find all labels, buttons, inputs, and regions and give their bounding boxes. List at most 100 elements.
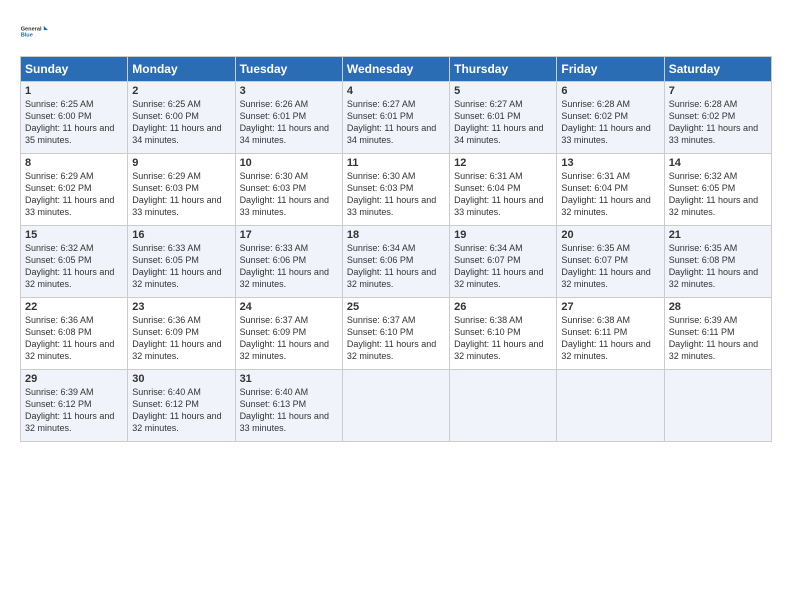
day-number: 7 <box>669 85 767 97</box>
calendar-cell: 31Sunrise: 6:40 AM Sunset: 6:13 PM Dayli… <box>235 370 342 442</box>
day-info: Sunrise: 6:40 AM Sunset: 6:12 PM Dayligh… <box>132 386 230 435</box>
calendar-cell: 21Sunrise: 6:35 AM Sunset: 6:08 PM Dayli… <box>664 226 771 298</box>
calendar-cell <box>557 370 664 442</box>
day-info: Sunrise: 6:29 AM Sunset: 6:03 PM Dayligh… <box>132 170 230 219</box>
header-cell-tuesday: Tuesday <box>235 57 342 82</box>
header-cell-monday: Monday <box>128 57 235 82</box>
day-number: 8 <box>25 157 123 169</box>
header-cell-sunday: Sunday <box>21 57 128 82</box>
calendar-cell: 11Sunrise: 6:30 AM Sunset: 6:03 PM Dayli… <box>342 154 449 226</box>
logo-icon: GeneralBlue <box>20 18 48 46</box>
calendar-cell: 18Sunrise: 6:34 AM Sunset: 6:06 PM Dayli… <box>342 226 449 298</box>
day-info: Sunrise: 6:27 AM Sunset: 6:01 PM Dayligh… <box>454 98 552 147</box>
calendar-cell: 14Sunrise: 6:32 AM Sunset: 6:05 PM Dayli… <box>664 154 771 226</box>
day-number: 4 <box>347 85 445 97</box>
calendar-cell: 8Sunrise: 6:29 AM Sunset: 6:02 PM Daylig… <box>21 154 128 226</box>
calendar-cell: 5Sunrise: 6:27 AM Sunset: 6:01 PM Daylig… <box>450 82 557 154</box>
day-info: Sunrise: 6:40 AM Sunset: 6:13 PM Dayligh… <box>240 386 338 435</box>
calendar-cell: 30Sunrise: 6:40 AM Sunset: 6:12 PM Dayli… <box>128 370 235 442</box>
day-info: Sunrise: 6:37 AM Sunset: 6:10 PM Dayligh… <box>347 314 445 363</box>
calendar-cell: 1Sunrise: 6:25 AM Sunset: 6:00 PM Daylig… <box>21 82 128 154</box>
calendar-cell: 4Sunrise: 6:27 AM Sunset: 6:01 PM Daylig… <box>342 82 449 154</box>
day-number: 27 <box>561 301 659 313</box>
day-info: Sunrise: 6:34 AM Sunset: 6:06 PM Dayligh… <box>347 242 445 291</box>
calendar-week-3: 15Sunrise: 6:32 AM Sunset: 6:05 PM Dayli… <box>21 226 772 298</box>
day-number: 30 <box>132 373 230 385</box>
calendar-cell: 9Sunrise: 6:29 AM Sunset: 6:03 PM Daylig… <box>128 154 235 226</box>
day-number: 15 <box>25 229 123 241</box>
calendar-cell: 28Sunrise: 6:39 AM Sunset: 6:11 PM Dayli… <box>664 298 771 370</box>
calendar-cell: 19Sunrise: 6:34 AM Sunset: 6:07 PM Dayli… <box>450 226 557 298</box>
calendar-cell: 12Sunrise: 6:31 AM Sunset: 6:04 PM Dayli… <box>450 154 557 226</box>
day-info: Sunrise: 6:36 AM Sunset: 6:09 PM Dayligh… <box>132 314 230 363</box>
day-info: Sunrise: 6:38 AM Sunset: 6:10 PM Dayligh… <box>454 314 552 363</box>
day-info: Sunrise: 6:35 AM Sunset: 6:08 PM Dayligh… <box>669 242 767 291</box>
day-number: 21 <box>669 229 767 241</box>
calendar-table: SundayMondayTuesdayWednesdayThursdayFrid… <box>20 56 772 442</box>
header-cell-saturday: Saturday <box>664 57 771 82</box>
calendar-cell <box>450 370 557 442</box>
calendar-cell: 26Sunrise: 6:38 AM Sunset: 6:10 PM Dayli… <box>450 298 557 370</box>
calendar-cell: 24Sunrise: 6:37 AM Sunset: 6:09 PM Dayli… <box>235 298 342 370</box>
day-info: Sunrise: 6:34 AM Sunset: 6:07 PM Dayligh… <box>454 242 552 291</box>
day-info: Sunrise: 6:31 AM Sunset: 6:04 PM Dayligh… <box>454 170 552 219</box>
day-number: 9 <box>132 157 230 169</box>
logo: GeneralBlue <box>20 18 48 46</box>
calendar-cell: 23Sunrise: 6:36 AM Sunset: 6:09 PM Dayli… <box>128 298 235 370</box>
calendar-cell: 10Sunrise: 6:30 AM Sunset: 6:03 PM Dayli… <box>235 154 342 226</box>
day-info: Sunrise: 6:32 AM Sunset: 6:05 PM Dayligh… <box>25 242 123 291</box>
day-number: 1 <box>25 85 123 97</box>
header-cell-thursday: Thursday <box>450 57 557 82</box>
day-number: 16 <box>132 229 230 241</box>
calendar-cell: 3Sunrise: 6:26 AM Sunset: 6:01 PM Daylig… <box>235 82 342 154</box>
calendar-week-1: 1Sunrise: 6:25 AM Sunset: 6:00 PM Daylig… <box>21 82 772 154</box>
day-info: Sunrise: 6:28 AM Sunset: 6:02 PM Dayligh… <box>561 98 659 147</box>
day-number: 13 <box>561 157 659 169</box>
day-number: 23 <box>132 301 230 313</box>
calendar-cell: 22Sunrise: 6:36 AM Sunset: 6:08 PM Dayli… <box>21 298 128 370</box>
day-info: Sunrise: 6:28 AM Sunset: 6:02 PM Dayligh… <box>669 98 767 147</box>
day-number: 24 <box>240 301 338 313</box>
day-number: 20 <box>561 229 659 241</box>
day-number: 6 <box>561 85 659 97</box>
day-info: Sunrise: 6:39 AM Sunset: 6:11 PM Dayligh… <box>669 314 767 363</box>
day-number: 22 <box>25 301 123 313</box>
calendar-cell: 13Sunrise: 6:31 AM Sunset: 6:04 PM Dayli… <box>557 154 664 226</box>
calendar-body: 1Sunrise: 6:25 AM Sunset: 6:00 PM Daylig… <box>21 82 772 442</box>
calendar-cell: 27Sunrise: 6:38 AM Sunset: 6:11 PM Dayli… <box>557 298 664 370</box>
day-number: 29 <box>25 373 123 385</box>
day-number: 18 <box>347 229 445 241</box>
calendar-cell: 6Sunrise: 6:28 AM Sunset: 6:02 PM Daylig… <box>557 82 664 154</box>
day-info: Sunrise: 6:32 AM Sunset: 6:05 PM Dayligh… <box>669 170 767 219</box>
day-number: 31 <box>240 373 338 385</box>
calendar-cell: 16Sunrise: 6:33 AM Sunset: 6:05 PM Dayli… <box>128 226 235 298</box>
day-number: 28 <box>669 301 767 313</box>
svg-text:General: General <box>21 26 42 32</box>
day-info: Sunrise: 6:33 AM Sunset: 6:06 PM Dayligh… <box>240 242 338 291</box>
day-info: Sunrise: 6:37 AM Sunset: 6:09 PM Dayligh… <box>240 314 338 363</box>
calendar-cell: 15Sunrise: 6:32 AM Sunset: 6:05 PM Dayli… <box>21 226 128 298</box>
calendar-cell: 2Sunrise: 6:25 AM Sunset: 6:00 PM Daylig… <box>128 82 235 154</box>
day-info: Sunrise: 6:30 AM Sunset: 6:03 PM Dayligh… <box>240 170 338 219</box>
day-info: Sunrise: 6:39 AM Sunset: 6:12 PM Dayligh… <box>25 386 123 435</box>
calendar-cell: 7Sunrise: 6:28 AM Sunset: 6:02 PM Daylig… <box>664 82 771 154</box>
day-number: 11 <box>347 157 445 169</box>
calendar-cell: 20Sunrise: 6:35 AM Sunset: 6:07 PM Dayli… <box>557 226 664 298</box>
header: GeneralBlue <box>20 18 772 46</box>
day-number: 14 <box>669 157 767 169</box>
svg-text:Blue: Blue <box>21 33 33 39</box>
day-info: Sunrise: 6:25 AM Sunset: 6:00 PM Dayligh… <box>25 98 123 147</box>
day-number: 19 <box>454 229 552 241</box>
calendar-week-4: 22Sunrise: 6:36 AM Sunset: 6:08 PM Dayli… <box>21 298 772 370</box>
day-info: Sunrise: 6:36 AM Sunset: 6:08 PM Dayligh… <box>25 314 123 363</box>
day-info: Sunrise: 6:29 AM Sunset: 6:02 PM Dayligh… <box>25 170 123 219</box>
day-info: Sunrise: 6:25 AM Sunset: 6:00 PM Dayligh… <box>132 98 230 147</box>
day-number: 17 <box>240 229 338 241</box>
calendar-cell: 25Sunrise: 6:37 AM Sunset: 6:10 PM Dayli… <box>342 298 449 370</box>
day-number: 5 <box>454 85 552 97</box>
day-number: 3 <box>240 85 338 97</box>
calendar-header-row: SundayMondayTuesdayWednesdayThursdayFrid… <box>21 57 772 82</box>
day-info: Sunrise: 6:26 AM Sunset: 6:01 PM Dayligh… <box>240 98 338 147</box>
calendar-cell: 17Sunrise: 6:33 AM Sunset: 6:06 PM Dayli… <box>235 226 342 298</box>
day-info: Sunrise: 6:33 AM Sunset: 6:05 PM Dayligh… <box>132 242 230 291</box>
